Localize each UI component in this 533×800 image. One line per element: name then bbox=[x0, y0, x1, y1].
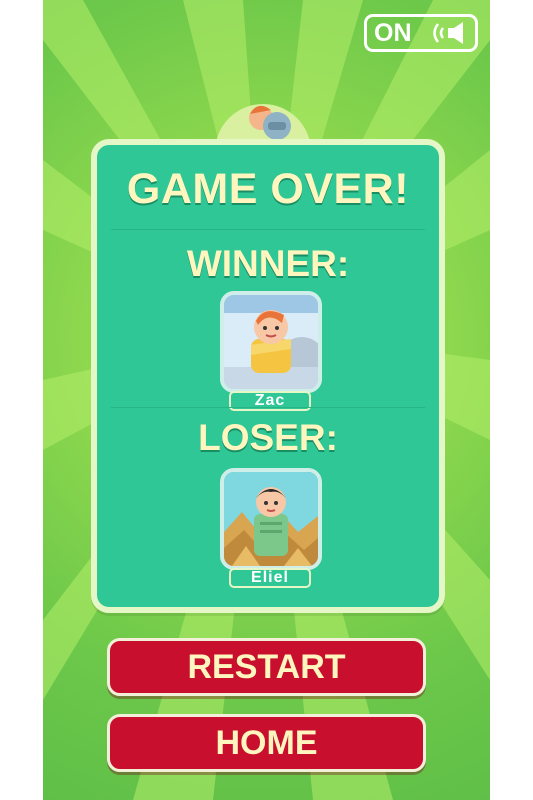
winner-avatar-card bbox=[220, 291, 322, 393]
sound-state-label: ON bbox=[374, 18, 412, 47]
divider bbox=[111, 229, 425, 230]
restart-button[interactable]: RESTART bbox=[107, 638, 426, 696]
loser-avatar-card bbox=[220, 468, 322, 570]
eliel-avatar-icon bbox=[224, 472, 318, 566]
zac-avatar-icon bbox=[224, 295, 318, 389]
game-over-panel: GAME OVER! WINNER: Zac LOSER: Eliel bbox=[91, 139, 445, 613]
loser-name-tag: Eliel bbox=[229, 568, 311, 588]
speaker-icon bbox=[432, 20, 466, 46]
winner-name-tag: Zac bbox=[229, 391, 311, 411]
home-button[interactable]: HOME bbox=[107, 714, 426, 772]
game-screen: ON GAME OVER! WINNER: Zac LOSER: Eliel R… bbox=[43, 0, 490, 800]
loser-label: LOSER: bbox=[198, 417, 338, 458]
game-over-title: GAME OVER! bbox=[126, 165, 410, 213]
winner-label: WINNER: bbox=[186, 243, 350, 284]
sound-toggle-button[interactable]: ON bbox=[364, 14, 478, 52]
divider bbox=[111, 407, 425, 408]
